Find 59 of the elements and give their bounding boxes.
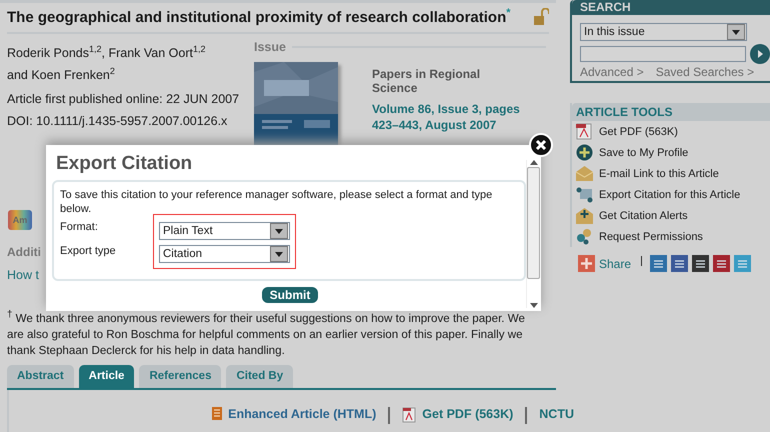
tool-link[interactable]: Export Citation for this Article: [599, 188, 740, 200]
content-link[interactable]: NCTU: [539, 406, 574, 421]
publish-date: Article first published online: 22 JUN 2007: [7, 92, 240, 106]
tool-link[interactable]: Save to My Profile: [599, 146, 688, 158]
tab[interactable]: References: [139, 364, 222, 388]
search-heading: SEARCH: [572, 0, 770, 15]
social-icon[interactable]: [671, 255, 688, 272]
share-link[interactable]: Share: [599, 256, 632, 270]
tool-link[interactable]: Request Permissions: [599, 230, 703, 242]
field-label: Export type: [60, 245, 117, 257]
social-icon[interactable]: [692, 255, 710, 272]
caret-icon: [275, 252, 283, 256]
search-link[interactable]: Saved Searches >: [656, 65, 754, 79]
tab[interactable]: Cited By: [226, 364, 294, 388]
close-icon[interactable]: [529, 133, 553, 157]
dropdown[interactable]: Citation: [159, 245, 290, 263]
tools-heading: ARTICLE TOOLS: [572, 103, 770, 121]
citation-link[interactable]: How t: [7, 268, 39, 282]
search-field[interactable]: [580, 46, 746, 62]
plus-circle-icon: [576, 144, 593, 161]
people-icon: [576, 228, 593, 245]
tab[interactable]: Article: [78, 364, 134, 388]
search-go-icon[interactable]: [750, 44, 770, 64]
padlock-icon: [533, 8, 549, 26]
document-icon: [212, 406, 222, 420]
quote-icon: [576, 186, 593, 203]
journal-name: Papers in Regional Science: [372, 67, 482, 95]
scroll-down-icon[interactable]: [530, 303, 538, 308]
scrollbar[interactable]: [526, 160, 540, 308]
social-icon[interactable]: [713, 255, 730, 272]
envelope-plus-icon: [576, 208, 593, 224]
section-heading: Additi: [7, 245, 41, 259]
envelope-icon: [576, 166, 593, 181]
dropdown[interactable]: Plain Text: [159, 222, 290, 240]
dialog-title: Export Citation: [56, 153, 192, 176]
scope-dropdown[interactable]: In this issue: [580, 23, 747, 41]
content-link[interactable]: Enhanced Article (HTML): [228, 406, 376, 421]
author-line: and Koen Frenken$^{2}$: [7, 65, 116, 84]
scroll-up-icon[interactable]: [530, 160, 538, 165]
submit-button[interactable]: Submit: [262, 287, 318, 303]
pdf-icon: [576, 123, 593, 140]
tool-link[interactable]: Get Citation Alerts: [599, 210, 688, 222]
pdf-icon: [402, 406, 416, 423]
tool-link[interactable]: E-mail Link to this Article: [599, 168, 719, 180]
field-label: Format:: [60, 221, 99, 233]
search-link[interactable]: Advanced >: [580, 65, 644, 79]
doi-text: DOI: 10.1111/j.1435-5957.2007.00126.x: [7, 114, 228, 128]
author-line: Roderik Ponds$^{1,2}$, Frank Van Oort$^{1,2}$: [7, 43, 206, 62]
dialog-instructions: To save this citation to your reference manager software, please select a format and type below.: [60, 188, 494, 216]
caret-icon: [275, 228, 283, 234]
caret-icon: [732, 30, 740, 34]
acknowledgement-text: $^{†}$ We thank three anonymous reviewers for their useful suggestions on how to improve the paper. We are also grateful to Ron Boschma for helpful comments on an earlier version of this paper. Finally we thank Stephaan Declerck for his help in data handling.: [7, 308, 526, 359]
tab[interactable]: Abstract: [7, 364, 74, 388]
article-title: The geographical and institutional proximity of research collaboration$^{*}$: [7, 7, 511, 26]
issue-link[interactable]: Volume 86, Issue 3, pages 423–443, August 2007: [372, 101, 522, 133]
content-link[interactable]: Get PDF (563K): [422, 406, 514, 421]
tool-link[interactable]: Get PDF (563K): [599, 126, 678, 138]
section-heading: Issue: [254, 40, 286, 54]
plus-icon[interactable]: [578, 255, 595, 272]
